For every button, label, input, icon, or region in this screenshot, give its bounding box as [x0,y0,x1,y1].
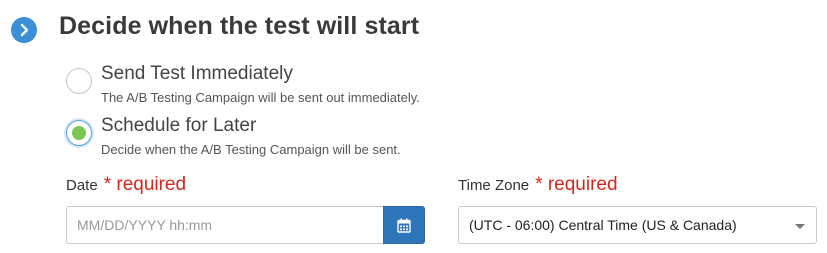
caret-down-icon [795,224,805,229]
date-input[interactable] [66,206,384,244]
radio-description: The A/B Testing Campaign will be sent ou… [101,90,420,105]
radio-selected-dot [72,126,86,140]
radio-description: Decide when the A/B Testing Campaign wil… [101,142,401,157]
radio-schedule-later[interactable]: Schedule for Later Decide when the A/B T… [64,115,484,160]
date-label-text: Date [66,177,98,194]
required-indicator: * required [103,174,187,195]
radio-button[interactable] [66,68,92,94]
timezone-selected-value: (UTC - 06:00) Central Time (US & Canada) [469,217,737,233]
timezone-label-text: Time Zone [458,177,530,194]
section-title: Decide when the test will start [59,12,420,40]
calendar-button[interactable] [383,206,425,244]
timezone-label: Time Zone * required [458,174,618,196]
date-label: Date * required [66,174,186,196]
timezone-select[interactable]: (UTC - 06:00) Central Time (US & Canada) [458,206,817,244]
radio-button-checked[interactable] [66,120,92,146]
radio-label: Schedule for Later [101,115,257,136]
radio-label: Send Test Immediately [101,63,293,84]
section-header: Decide when the test will start [0,0,827,58]
required-indicator: * required [535,174,618,195]
chevron-right-icon[interactable] [11,17,37,43]
calendar-icon [397,218,411,233]
radio-send-immediately[interactable]: Send Test Immediately The A/B Testing Ca… [64,63,484,108]
